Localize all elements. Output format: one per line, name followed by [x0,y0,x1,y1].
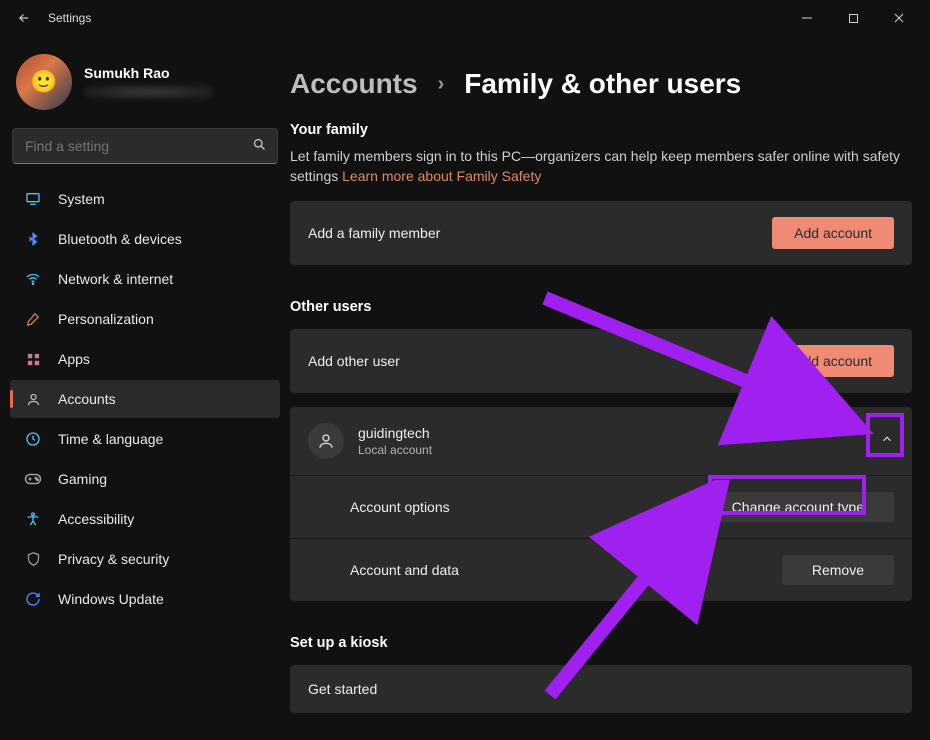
add-other-user-card: Add other user Add account [290,329,912,393]
close-button[interactable] [876,3,922,33]
sidebar-item-label: Accounts [58,391,116,407]
sidebar-item-time[interactable]: Time & language [10,420,280,458]
sidebar-item-system[interactable]: System [10,180,280,218]
add-family-label: Add a family member [308,225,772,241]
account-data-row: Account and data Remove [290,538,912,601]
apps-icon [24,352,42,367]
kiosk-card: Get started [290,665,912,713]
sidebar-item-personalization[interactable]: Personalization [10,300,280,338]
kiosk-get-started-label: Get started [308,681,894,697]
other-user-subtitle: Local account [358,443,880,457]
update-icon [24,591,42,607]
other-users-title: Other users [290,299,912,315]
gamepad-icon [24,472,42,486]
sidebar-item-label: Gaming [58,471,107,487]
family-section-description: Let family members sign in to this PC—or… [290,146,912,187]
sidebar-item-label: System [58,191,105,207]
family-section-title: Your family [290,122,912,138]
sidebar-item-privacy[interactable]: Privacy & security [10,540,280,578]
search-input[interactable] [12,128,278,164]
sidebar-item-label: Windows Update [58,591,164,607]
window-title: Settings [48,11,91,25]
sidebar-item-label: Personalization [58,311,154,327]
other-user-entry: guidingtech Local account Account option… [290,407,912,601]
sidebar-item-apps[interactable]: Apps [10,340,280,378]
main-content: Accounts › Family & other users Your fam… [290,36,930,740]
profile-email-redacted [84,85,214,99]
change-account-type-button[interactable]: Change account type [702,492,894,522]
account-options-label: Account options [350,499,702,515]
add-other-user-label: Add other user [308,353,772,369]
sidebar-item-label: Apps [58,351,90,367]
add-family-account-button[interactable]: Add account [772,217,894,249]
sidebar-item-label: Privacy & security [58,551,169,567]
clock-icon [24,431,42,447]
person-icon [308,423,344,459]
avatar: 🙂 [16,54,72,110]
other-user-header[interactable]: guidingtech Local account [290,407,912,475]
sidebar-item-bluetooth[interactable]: Bluetooth & devices [10,220,280,258]
search-icon [252,137,267,155]
chevron-up-icon[interactable] [880,432,894,449]
brush-icon [24,311,42,327]
sidebar: 🙂 Sumukh Rao System Bluetooth & devices Ne… [0,36,290,740]
search-field[interactable] [23,137,252,155]
chevron-right-icon: › [438,73,445,96]
sidebar-item-label: Bluetooth & devices [58,231,182,247]
breadcrumb-root[interactable]: Accounts [290,68,418,100]
wifi-icon [24,271,42,287]
nav-list: System Bluetooth & devices Network & inter… [10,180,280,618]
sidebar-item-label: Network & internet [58,271,173,287]
profile-name: Sumukh Rao [84,65,214,81]
shield-icon [24,551,42,567]
account-data-label: Account and data [350,562,782,578]
profile-block[interactable]: 🙂 Sumukh Rao [10,46,280,114]
person-icon [24,392,42,407]
maximize-button[interactable] [830,3,876,33]
accessibility-icon [24,511,42,527]
sidebar-item-update[interactable]: Windows Update [10,580,280,618]
account-options-row: Account options Change account type [290,475,912,538]
add-other-user-button[interactable]: Add account [772,345,894,377]
bluetooth-icon [24,231,42,247]
sidebar-item-network[interactable]: Network & internet [10,260,280,298]
breadcrumb-current: Family & other users [464,68,741,100]
sidebar-item-label: Accessibility [58,511,134,527]
remove-account-button[interactable]: Remove [782,555,894,585]
family-safety-link[interactable]: Learn more about Family Safety [342,168,541,184]
display-icon [24,191,42,207]
add-family-card: Add a family member Add account [290,201,912,265]
titlebar: Settings [0,0,930,36]
other-user-name: guidingtech [358,425,880,441]
sidebar-item-label: Time & language [58,431,163,447]
sidebar-item-accessibility[interactable]: Accessibility [10,500,280,538]
kiosk-title: Set up a kiosk [290,635,912,651]
sidebar-item-gaming[interactable]: Gaming [10,460,280,498]
sidebar-item-accounts[interactable]: Accounts [10,380,280,418]
breadcrumb: Accounts › Family & other users [290,68,912,100]
minimize-button[interactable] [784,3,830,33]
back-button[interactable] [8,11,40,25]
